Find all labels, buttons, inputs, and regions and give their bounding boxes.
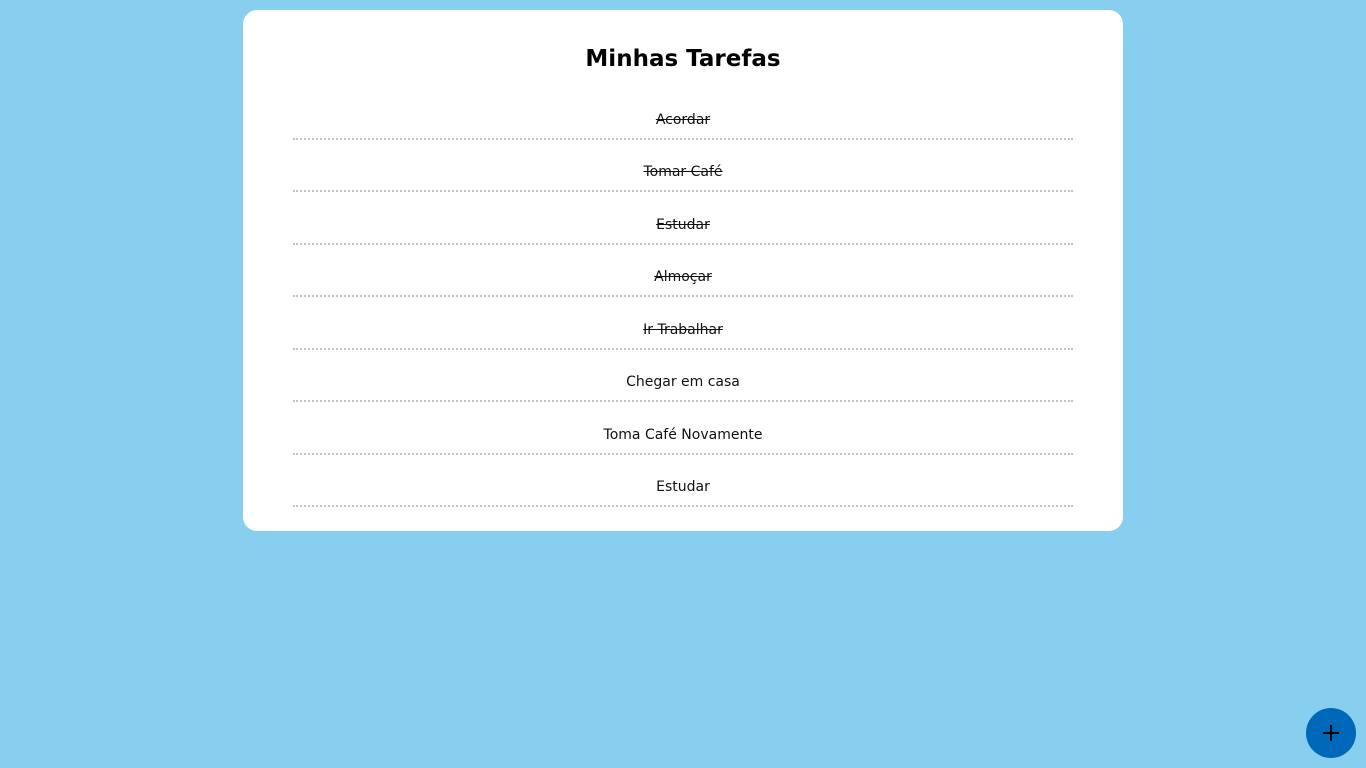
task-item[interactable]: Chegar em casa — [293, 350, 1073, 402]
task-item[interactable]: Almoçar — [293, 245, 1073, 297]
task-list: Acordar Tomar Café Estudar Almoçar Ir Tr… — [293, 87, 1073, 507]
task-item[interactable]: Estudar — [293, 455, 1073, 507]
task-label: Estudar — [656, 479, 710, 495]
plus-icon — [1323, 725, 1339, 741]
task-label: Chegar em casa — [626, 374, 740, 390]
task-label: Acordar — [655, 111, 711, 128]
task-label: Toma Café Novamente — [603, 426, 763, 443]
task-item[interactable]: Acordar — [293, 87, 1073, 140]
task-label: Tomar Café — [643, 164, 723, 180]
task-label: Estudar — [656, 216, 710, 233]
task-item[interactable]: Estudar — [293, 192, 1073, 245]
task-item[interactable]: Tomar Café — [293, 140, 1073, 192]
page-title: Minhas Tarefas — [585, 46, 781, 72]
add-task-button[interactable] — [1306, 708, 1356, 758]
task-label: Ir Trabalhar — [643, 321, 723, 338]
task-item[interactable]: Toma Café Novamente — [293, 402, 1073, 455]
task-label: Almoçar — [654, 269, 712, 285]
task-item[interactable]: Ir Trabalhar — [293, 297, 1073, 350]
task-card: Minhas Tarefas Acordar Tomar Café Estuda… — [243, 10, 1123, 531]
